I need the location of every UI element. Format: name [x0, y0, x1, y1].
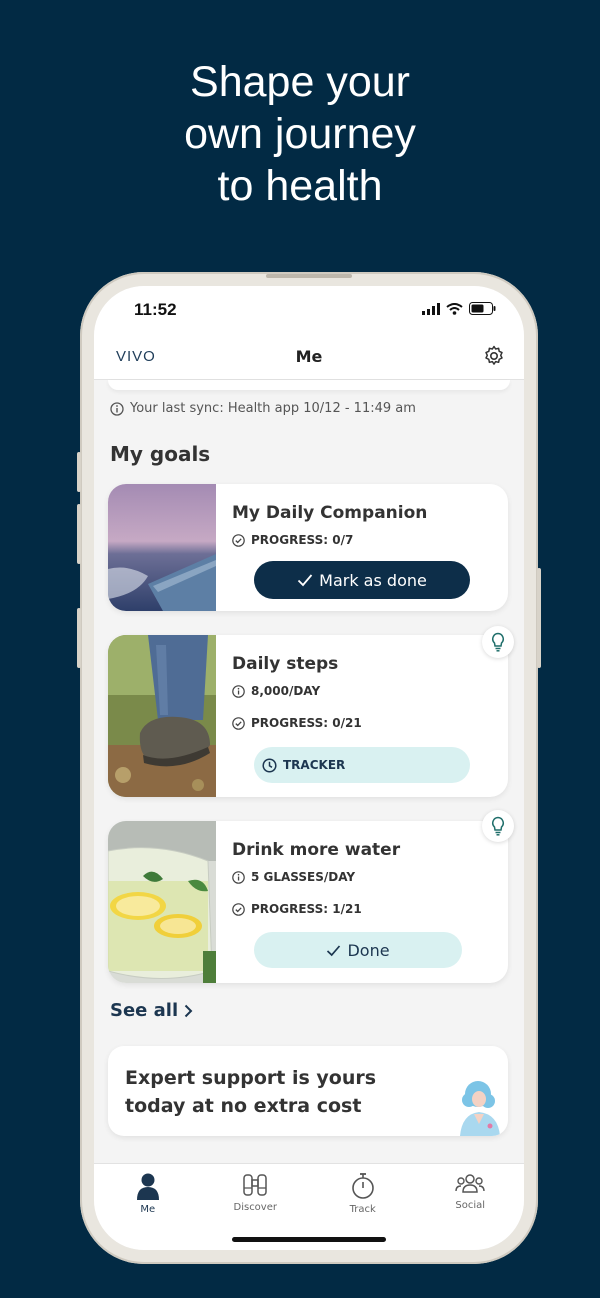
lake-dock-image	[108, 484, 216, 611]
headline: Shape your own journey to health	[0, 56, 600, 212]
goal-progress-text: PROGRESS: 0/21	[251, 716, 362, 730]
cellular-icon	[422, 302, 440, 315]
mark-as-done-label: Mark as done	[319, 570, 427, 590]
stopwatch-icon	[351, 1173, 374, 1199]
see-all-link[interactable]: See all	[110, 1000, 193, 1021]
phone-frame: 11:52 VIVO Me Your last sync: Health app…	[77, 272, 541, 1264]
lightbulb-icon	[492, 816, 504, 836]
check-circle-icon	[232, 902, 245, 916]
checkmark-icon	[298, 574, 313, 587]
goal-target: 5 GLASSES/DAY	[232, 870, 508, 884]
goal-body: My Daily Companion PROGRESS: 0/7	[232, 484, 508, 547]
lightbulb-icon	[492, 632, 504, 652]
goal-title: Daily steps	[232, 654, 339, 674]
status-time: 11:52	[134, 300, 177, 319]
goal-target: 8,000/DAY	[232, 684, 508, 698]
group-icon	[455, 1174, 485, 1193]
info-icon	[232, 870, 245, 884]
done-button[interactable]: Done	[254, 932, 462, 968]
info-icon	[232, 684, 245, 698]
status-bar: 11:52	[94, 286, 524, 334]
goal-title: Drink more water	[232, 840, 401, 860]
expert-support-text: Expert support is yours today at no extr…	[125, 1067, 377, 1117]
tab-social[interactable]: Social	[417, 1164, 525, 1250]
my-goals-heading: My goals	[110, 442, 211, 466]
battery-icon	[469, 302, 496, 315]
goal-target-text: 8,000/DAY	[251, 684, 321, 698]
goal-title: My Daily Companion	[232, 503, 428, 523]
goal-body: Drink more water 5 GLASSES/DAY PROGRESS:…	[232, 821, 508, 916]
bottom-tab-bar: Me Discover Track Social	[94, 1163, 524, 1250]
headline-line-2: own journey	[184, 110, 416, 158]
tab-label: Me	[140, 1204, 156, 1215]
lemon-water-image	[108, 821, 216, 983]
tab-me[interactable]: Me	[94, 1164, 202, 1250]
last-sync-text: Your last sync: Health app 10/12 - 11:49…	[130, 401, 416, 416]
goal-progress: PROGRESS: 0/7	[232, 533, 508, 547]
done-label: Done	[347, 940, 390, 960]
tip-button-water[interactable]	[482, 810, 514, 842]
binoculars-icon	[243, 1174, 267, 1196]
volume-down-button	[77, 504, 81, 564]
volume-up-button	[77, 452, 81, 492]
check-circle-icon	[232, 716, 245, 730]
checkmark-icon	[327, 944, 341, 956]
last-sync-info: Your last sync: Health app 10/12 - 11:49…	[110, 401, 416, 416]
check-circle-icon	[232, 533, 245, 547]
goal-card-daily-steps[interactable]: Daily steps 8,000/DAY PROGRESS: 0/21 TRA…	[108, 635, 508, 797]
expert-support-banner[interactable]: Expert support is yours today at no extr…	[108, 1046, 508, 1136]
goal-progress: PROGRESS: 0/21	[232, 716, 508, 730]
walking-boot-image	[108, 635, 216, 797]
tip-button-steps[interactable]	[482, 626, 514, 658]
gear-icon[interactable]	[482, 344, 506, 368]
speaker	[266, 274, 352, 278]
see-all-label: See all	[110, 1000, 179, 1021]
nurse-illustration	[460, 1081, 500, 1136]
goal-progress: PROGRESS: 1/21	[232, 902, 508, 916]
chevron-right-icon	[184, 1004, 193, 1017]
headline-line-1: Shape your	[190, 58, 410, 106]
tab-label: Track	[349, 1204, 376, 1215]
tracker-button[interactable]: TRACKER	[254, 747, 470, 783]
info-icon	[110, 401, 124, 416]
tab-label: Social	[455, 1200, 486, 1211]
clock-icon	[262, 757, 277, 773]
wifi-icon	[446, 302, 463, 315]
mute-button	[77, 608, 81, 668]
tracker-label: TRACKER	[283, 758, 346, 772]
goal-body: Daily steps 8,000/DAY PROGRESS: 0/21	[232, 635, 508, 730]
person-icon	[136, 1173, 159, 1200]
previous-card-edge	[108, 380, 510, 390]
status-icons	[422, 302, 496, 315]
power-button	[537, 568, 541, 668]
app-screen: 11:52 VIVO Me Your last sync: Health app…	[94, 286, 524, 1250]
goal-progress-text: PROGRESS: 0/7	[251, 533, 354, 547]
goal-target-text: 5 GLASSES/DAY	[251, 870, 356, 884]
home-indicator[interactable]	[232, 1237, 386, 1242]
headline-line-3: to health	[217, 162, 383, 210]
app-header: VIVO Me	[94, 334, 524, 380]
tab-label: Discover	[233, 1202, 278, 1213]
mark-as-done-button[interactable]: Mark as done	[254, 561, 470, 599]
goal-card-daily-companion[interactable]: My Daily Companion PROGRESS: 0/7 Mark as…	[108, 484, 508, 611]
goal-progress-text: PROGRESS: 1/21	[251, 902, 362, 916]
goal-card-drink-water[interactable]: Drink more water 5 GLASSES/DAY PROGRESS:…	[108, 821, 508, 983]
page-title: Me	[295, 347, 323, 366]
